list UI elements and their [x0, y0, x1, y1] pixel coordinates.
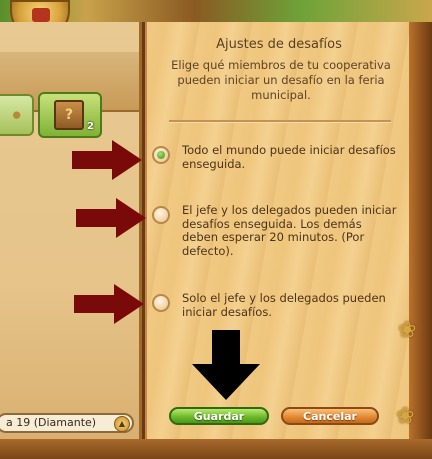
- annotation-arrow-down-icon: [192, 330, 260, 400]
- league-select[interactable]: a 19 (Diamante) ▲: [0, 413, 134, 433]
- mystery-crate-icon: ?: [54, 100, 84, 130]
- radio-button[interactable]: [152, 294, 170, 312]
- option-label: Solo el jefe y los delegados pueden inic…: [182, 291, 386, 319]
- bottom-bar: [0, 439, 432, 459]
- option-leaders-delay[interactable]: El jefe y los delegados pueden iniciar d…: [152, 203, 402, 262]
- annotation-arrow-right-icon: [74, 284, 144, 324]
- laurel-icon: ❀: [396, 404, 415, 429]
- cancel-button[interactable]: Cancelar: [281, 407, 379, 425]
- inventory-header: ⚫ ? 2: [0, 52, 139, 138]
- option-label: Todo el mundo puede iniciar desafíos ens…: [182, 143, 396, 171]
- radio-button[interactable]: [152, 206, 170, 224]
- left-panel: ⚫ ? 2 a 19 (Diamante) ▲: [0, 22, 142, 459]
- challenge-settings-dialog: Ajustes de desafíos Elige qué miembros d…: [145, 22, 411, 439]
- option-label: El jefe y los delegados pueden iniciar d…: [182, 203, 397, 258]
- inventory-slot-crate[interactable]: ? 2: [38, 92, 102, 138]
- radio-button-selected[interactable]: [152, 146, 170, 164]
- option-leaders-only[interactable]: Solo el jefe y los delegados pueden inic…: [152, 291, 402, 324]
- annotation-arrow-right-icon: [72, 140, 142, 180]
- crate-count: 2: [87, 121, 94, 132]
- league-select-value: a 19 (Diamante): [6, 416, 97, 429]
- annotation-arrow-right-icon: [76, 198, 146, 238]
- laurel-icon: ❀: [398, 318, 417, 343]
- dialog-description: Elige qué miembros de tu cooperativa pue…: [171, 58, 391, 102]
- divider: [169, 120, 391, 123]
- bag-icon: ⚫: [10, 106, 24, 125]
- option-everyone[interactable]: Todo el mundo puede iniciar desafíos ens…: [152, 143, 402, 176]
- inventory-slot-bag[interactable]: ⚫: [0, 94, 34, 136]
- save-button[interactable]: Guardar: [169, 407, 269, 425]
- dialog-title: Ajustes de desafíos: [216, 37, 342, 52]
- right-frame: [409, 22, 432, 459]
- chevron-up-icon[interactable]: ▲: [114, 416, 130, 432]
